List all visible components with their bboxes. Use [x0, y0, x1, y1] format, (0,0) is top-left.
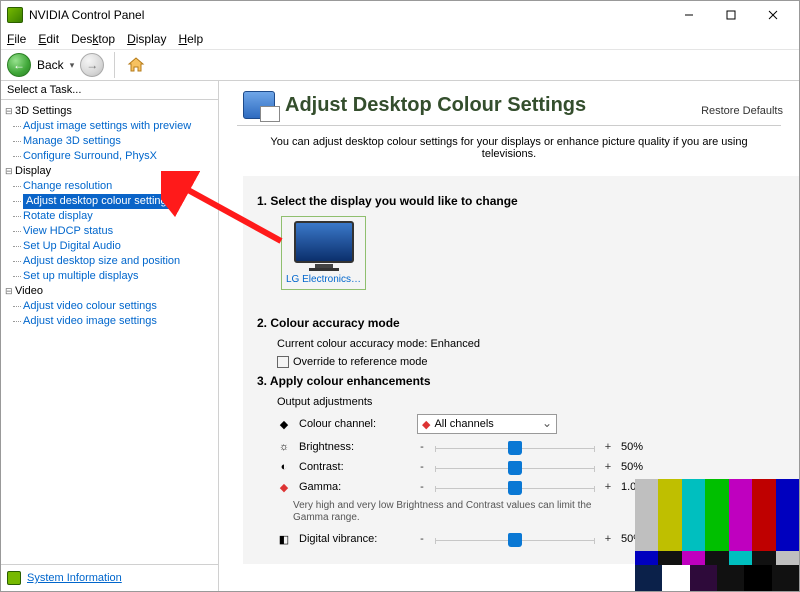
task-tree: 3D Settings Adjust image settings with p… [1, 100, 218, 565]
vibrance-slider[interactable] [435, 532, 595, 546]
back-dropdown-icon[interactable]: ▾ [70, 60, 75, 71]
tree-item[interactable]: Manage 3D settings [23, 134, 218, 149]
contrast-value: 50% [621, 461, 655, 473]
titlebar: NVIDIA Control Panel [1, 1, 799, 29]
arrow-left-icon: ← [13, 58, 25, 72]
toolbar: ← Back ▾ → [1, 49, 799, 81]
tree-group-video[interactable]: Video [5, 284, 218, 299]
tree-group-3d[interactable]: 3D Settings [5, 104, 218, 119]
nav-forward-button[interactable]: → [80, 53, 104, 77]
accuracy-current: Current colour accuracy mode: Enhanced [277, 338, 781, 350]
page-title: Adjust Desktop Colour Settings [285, 94, 701, 117]
step-3-label: 3. Apply colour enhancements [257, 374, 781, 388]
close-button[interactable] [753, 3, 793, 27]
brightness-icon: ☼ [277, 440, 291, 454]
brightness-value: 50% [621, 441, 655, 453]
vibrance-icon: ◧ [277, 532, 291, 546]
tree-item[interactable]: Set Up Digital Audio [23, 239, 218, 254]
arrow-right-icon: → [86, 58, 98, 72]
tree-group-display[interactable]: Display [5, 164, 218, 179]
colour-channel-value: All channels [434, 418, 493, 430]
page-header-icon [243, 91, 275, 119]
tree-item[interactable]: Adjust video colour settings [23, 299, 218, 314]
gamma-label: Gamma: [299, 481, 409, 493]
maximize-button[interactable] [711, 3, 751, 27]
gamma-icon: ◆ [277, 480, 291, 494]
menu-desktop[interactable]: Desktop [71, 32, 115, 46]
page-description: You can adjust desktop colour settings f… [219, 126, 799, 170]
contrast-label: Contrast: [299, 461, 409, 473]
brightness-slider[interactable] [435, 440, 595, 454]
colour-channel-label: Colour channel: [299, 418, 409, 430]
tree-item[interactable]: View HDCP status [23, 224, 218, 239]
main-pane: Adjust Desktop Colour Settings Restore D… [219, 81, 799, 591]
tree-item[interactable]: Rotate display [23, 209, 218, 224]
menu-file[interactable]: File [7, 32, 26, 46]
tree-item[interactable]: Change resolution [23, 179, 218, 194]
contrast-slider[interactable] [435, 460, 595, 474]
minimize-button[interactable] [669, 3, 709, 27]
home-icon [127, 56, 145, 74]
output-adjustments-label: Output adjustments [277, 396, 781, 408]
vibrance-label: Digital vibrance: [299, 533, 409, 545]
override-checkbox-row[interactable]: Override to reference mode [277, 356, 781, 368]
monitor-icon [294, 221, 354, 263]
checkbox-icon[interactable] [277, 356, 289, 368]
tree-item[interactable]: Adjust desktop size and position [23, 254, 218, 269]
contrast-icon: ◐ [277, 460, 291, 474]
home-button[interactable] [125, 54, 147, 76]
system-information-link[interactable]: System Information [27, 572, 122, 584]
sidebar: Select a Task... 3D Settings Adjust imag… [1, 81, 219, 591]
colour-channel-icon: ◆ [277, 417, 291, 431]
nav-back-button[interactable]: ← [7, 53, 31, 77]
tree-item[interactable]: Set up multiple displays [23, 269, 218, 284]
tree-item[interactable]: Configure Surround, PhysX [23, 149, 218, 164]
tree-item-selected[interactable]: Adjust desktop colour settings [23, 194, 175, 209]
menu-edit[interactable]: Edit [38, 32, 59, 46]
toolbar-separator [114, 52, 115, 78]
override-label: Override to reference mode [293, 356, 428, 368]
sidebar-header: Select a Task... [1, 81, 218, 100]
tree-item[interactable]: Adjust video image settings [23, 314, 218, 329]
display-thumbnail[interactable]: LG Electronics… [281, 216, 366, 290]
step-1-label: 1. Select the display you would like to … [257, 194, 781, 208]
menu-display[interactable]: Display [127, 32, 166, 46]
brightness-label: Brightness: [299, 441, 409, 453]
reference-image-preview: Reference image: 1 2 [635, 479, 799, 591]
menu-help[interactable]: Help [178, 32, 203, 46]
nvidia-icon [7, 571, 21, 585]
nvidia-app-icon [7, 7, 23, 23]
menubar: File Edit Desktop Display Help [1, 29, 799, 49]
restore-defaults-link[interactable]: Restore Defaults [701, 105, 783, 119]
system-information-bar: System Information [1, 565, 218, 591]
gamma-slider[interactable] [435, 480, 595, 494]
nav-back-label: Back [37, 58, 64, 72]
gamma-note: Very high and very low Brightness and Co… [293, 500, 593, 524]
step-2-label: 2. Colour accuracy mode [257, 316, 781, 330]
window-title: NVIDIA Control Panel [29, 8, 669, 22]
tree-item[interactable]: Adjust image settings with preview [23, 119, 218, 134]
colour-channel-select[interactable]: ◆All channels [417, 414, 557, 434]
display-name: LG Electronics… [286, 274, 361, 285]
